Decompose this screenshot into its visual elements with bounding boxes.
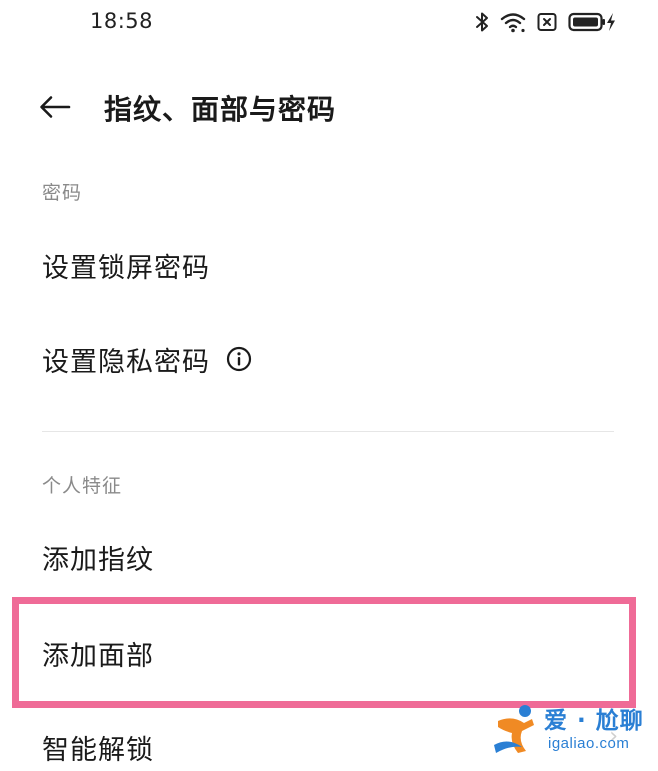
settings-screen: 18:58 指纹、面部与密码 密码 设置锁屏密码 设置隐私密码 个人特征 添加指… — [0, 0, 658, 771]
section-label-password: 密码 — [42, 182, 83, 204]
info-icon[interactable] — [226, 346, 252, 372]
section-label-personal: 个人特征 — [42, 475, 123, 497]
watermark-logo-icon — [494, 705, 534, 753]
back-button[interactable] — [36, 90, 74, 124]
list-item-add-face[interactable]: 添加面部 — [0, 615, 658, 691]
status-time: 18:58 — [90, 9, 154, 33]
list-item-privacy-password[interactable]: 设置隐私密码 — [0, 321, 658, 397]
wifi-icon — [500, 11, 526, 33]
item-label: 智能解锁 — [42, 734, 154, 766]
watermark-top-text: 爱 · 尬聊 — [544, 708, 644, 734]
battery-charging-icon — [568, 11, 616, 33]
bluetooth-icon — [475, 11, 489, 33]
watermark-bottom-text: igaliao.com — [548, 735, 630, 752]
watermark: 爱 · 尬聊 igaliao.com — [492, 697, 652, 763]
arrow-left-icon — [40, 96, 71, 118]
status-icons — [475, 9, 616, 35]
item-label: 设置锁屏密码 — [42, 252, 210, 284]
item-label: 添加指纹 — [42, 544, 154, 576]
status-bar: 18:58 — [0, 0, 658, 44]
list-item-lock-screen-password[interactable]: 设置锁屏密码 — [0, 227, 658, 303]
no-sim-icon — [537, 12, 557, 32]
item-label: 设置隐私密码 — [42, 346, 210, 378]
section-divider — [42, 431, 614, 432]
app-header: 指纹、面部与密码 — [0, 78, 658, 136]
item-label: 添加面部 — [42, 640, 154, 672]
page-title: 指纹、面部与密码 — [104, 93, 337, 126]
list-item-add-fingerprint[interactable]: 添加指纹 — [0, 519, 658, 595]
